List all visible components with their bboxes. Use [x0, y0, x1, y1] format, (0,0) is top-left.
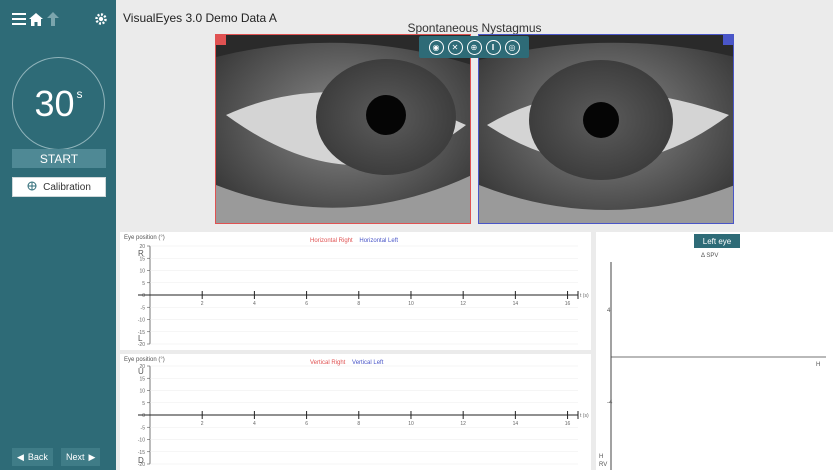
- horizontal-plot-x-tick-label: 8: [357, 301, 360, 307]
- vertical-plot-y-tick-label: 0: [142, 413, 145, 419]
- horizontal-plot-y-tick-label: 0: [142, 293, 145, 299]
- right-eye-video[interactable]: [215, 34, 471, 224]
- close-icon[interactable]: ✕: [447, 39, 463, 55]
- horizontal-plot-x-tick-label: 14: [513, 301, 519, 307]
- target-icon[interactable]: ⊕: [466, 39, 482, 55]
- vertical-plot-y-tick-label: 20: [139, 364, 145, 370]
- chevron-left-icon: ◀: [17, 451, 24, 462]
- start-button[interactable]: START: [12, 149, 106, 168]
- horizontal-plot-x-tick-label: 16: [565, 301, 571, 307]
- eye-open-icon[interactable]: ◉: [428, 39, 444, 55]
- vertical-plot-y-tick-label: 5: [142, 401, 145, 407]
- horizontal-plot-y-tick-label: -5: [141, 305, 146, 311]
- pause-icon[interactable]: ‖: [485, 39, 501, 55]
- horizontal-plot-y-tick-label: -10: [138, 318, 145, 324]
- vertical-plot-x-tick-label: 14: [513, 421, 519, 427]
- crosshair-icon: [27, 181, 37, 194]
- timer-unit: s: [76, 86, 83, 101]
- horizontal-plot: Eye position (°) Horizontal Right Horizo…: [120, 232, 591, 350]
- eye-toggle-icon[interactable]: ◎: [504, 39, 520, 55]
- vertical-plot-x-tick-label: 2: [201, 421, 204, 427]
- horizontal-plot-y-tick-label: 5: [142, 281, 145, 287]
- chevron-right-icon: ▶: [88, 451, 96, 462]
- next-label: Next: [66, 452, 85, 462]
- spv-plot-area: [610, 262, 826, 470]
- vertical-plot-y-tick-label: -20: [138, 462, 145, 468]
- horizontal-plot-x-tick-label: 2: [201, 301, 204, 307]
- horizontal-plot-area: 20 15 10 5 0 -5 -10 -15 -20 2 4 6 8 10 12 14 16 t (s): [138, 244, 589, 348]
- next-button[interactable]: Next ▶: [61, 448, 101, 466]
- sidebar: 30 s START Calibration ◀ Back Next ▶: [0, 0, 116, 470]
- vertical-plot-x-tick-label: 8: [357, 421, 360, 427]
- timer-value: 30: [34, 82, 75, 124]
- back-label: Back: [27, 452, 48, 462]
- vertical-plot-area: 20 15 10 5 0 -5 -10 -15 -20 2 4 6 8 10 12 14 16 t (s): [138, 364, 589, 468]
- vertical-plot-y-tick-label: -10: [138, 438, 145, 444]
- timer-display: 30 s: [12, 57, 105, 150]
- right-eye-marker: [216, 35, 226, 45]
- left-eye-tab[interactable]: Left eye: [694, 234, 740, 248]
- left-eye-video[interactable]: [478, 34, 734, 224]
- calibration-label: Calibration: [43, 181, 91, 193]
- test-title: Spontaneous Nystagmus: [407, 21, 542, 35]
- back-button[interactable]: ◀ Back: [12, 448, 53, 466]
- vertical-plot-x-tick-label: 6: [305, 421, 308, 427]
- vertical-plot-x-tick-label: 12: [460, 421, 466, 427]
- vertical-plot-x-tick-label: 10: [408, 421, 414, 427]
- vertical-plot-x-tick-label: 16: [565, 421, 571, 427]
- vertical-plot-x-unit: t (s): [580, 413, 589, 419]
- vertical-plot-y-tick-label: 10: [139, 389, 145, 395]
- horizontal-plot-x-tick-label: 10: [408, 301, 414, 307]
- vertical-plot: Eye position (°) Vertical Right Vertical…: [120, 354, 591, 470]
- vertical-plot-y-tick-label: 15: [139, 376, 145, 382]
- horizontal-plot-y-tick-label: 10: [139, 269, 145, 275]
- video-toolbar: ◉ ✕ ⊕ ‖ ◎: [419, 36, 529, 58]
- horizontal-plot-x-tick-label: 4: [253, 301, 256, 307]
- vertical-plot-x-tick-label: 4: [253, 421, 256, 427]
- left-eye-marker: [723, 35, 733, 45]
- vertical-plot-y-tick-label: -15: [138, 450, 145, 456]
- calibration-button[interactable]: Calibration: [12, 177, 106, 197]
- horizontal-plot-y-tick-label: -20: [138, 342, 145, 348]
- horizontal-plot-y-tick-label: -15: [138, 330, 145, 336]
- horizontal-plot-x-tick-label: 12: [460, 301, 466, 307]
- spv-panel: Δ SPV 4 -4 H H RV: [596, 232, 833, 470]
- horizontal-plot-y-tick-label: 20: [139, 244, 145, 250]
- horizontal-plot-y-tick-label: 15: [139, 256, 145, 262]
- vertical-plot-y-tick-label: -5: [141, 425, 146, 431]
- horizontal-plot-x-tick-label: 6: [305, 301, 308, 307]
- horizontal-plot-x-unit: t (s): [580, 293, 589, 299]
